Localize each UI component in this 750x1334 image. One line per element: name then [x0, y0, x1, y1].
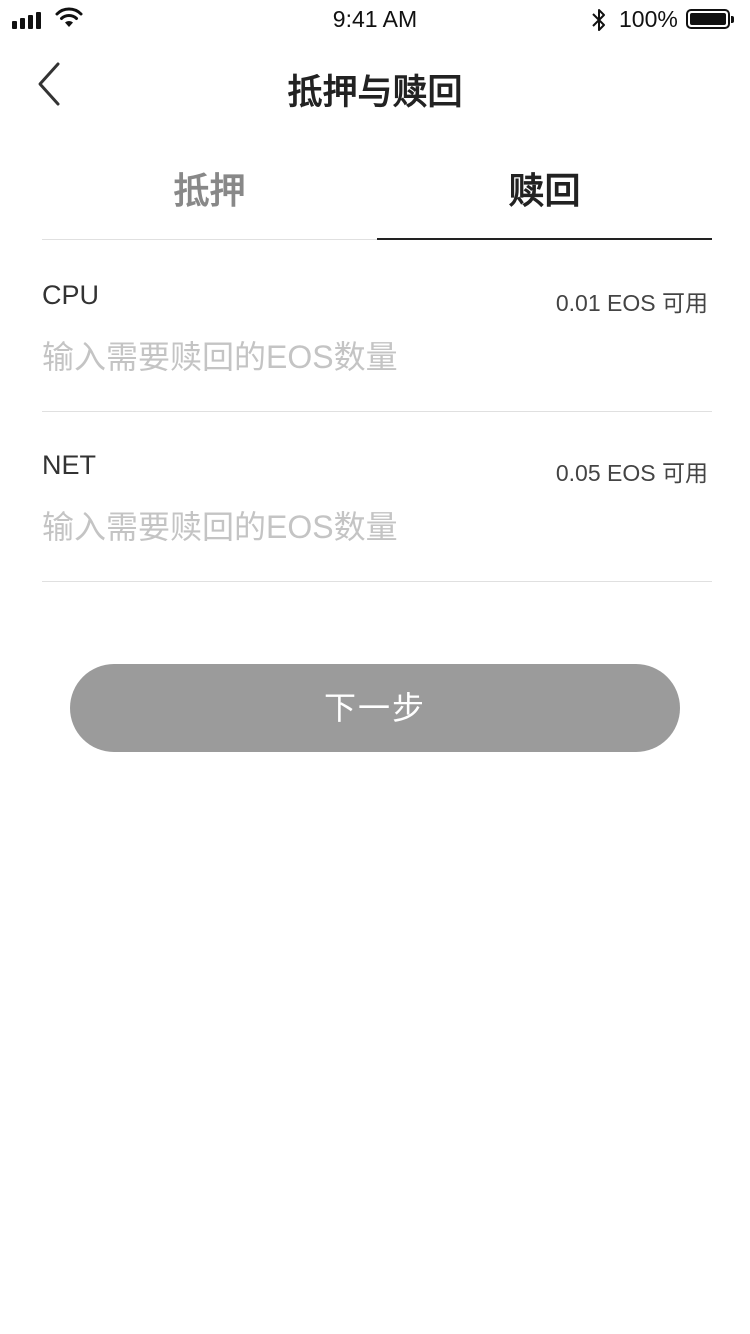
- next-button[interactable]: 下一步: [70, 664, 680, 752]
- cpu-label: CPU: [42, 280, 100, 310]
- tab-bar: 抵押 赎回: [42, 150, 712, 242]
- tab-stake[interactable]: 抵押: [42, 150, 377, 240]
- page-title: 抵押与赎回: [287, 73, 463, 112]
- battery-percent: 100%: [619, 6, 678, 32]
- tab-redeem[interactable]: 赎回: [377, 150, 712, 240]
- cpu-field: CPU 0.01 EOS 可用: [42, 242, 712, 412]
- net-amount-input[interactable]: [42, 500, 702, 554]
- bluetooth-icon: [592, 9, 605, 31]
- cpu-amount-input[interactable]: [42, 330, 702, 384]
- nav-bar: 抵押与赎回: [0, 44, 750, 124]
- battery-icon: [686, 9, 734, 29]
- status-bar: 9:41 AM 100%: [0, 0, 750, 40]
- net-available: 0.05 EOS 可用: [555, 460, 708, 486]
- net-field: NET 0.05 EOS 可用: [42, 412, 712, 582]
- net-label: NET: [42, 450, 96, 480]
- battery-fill: [690, 13, 726, 25]
- cpu-available: 0.01 EOS 可用: [555, 290, 708, 316]
- battery-nub: [731, 16, 734, 23]
